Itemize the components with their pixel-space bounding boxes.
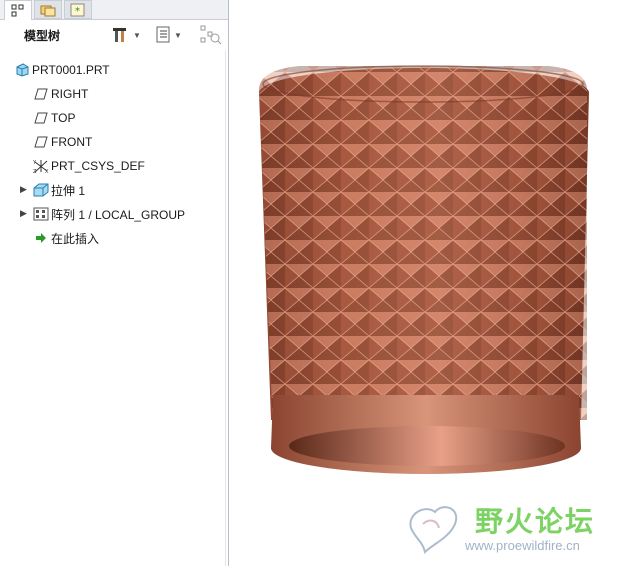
- csys-icon: Y X Z: [33, 160, 49, 174]
- pattern-icon: [33, 207, 49, 221]
- datum-plane-icon: [34, 112, 48, 124]
- model-tree-panel: * 模型树 ▼ ▼ PRT0001.PRT RIGHT TOP FRONT Y …: [0, 0, 228, 566]
- tree-item-pattern[interactable]: 阵列 1 / LOCAL_GROUP: [33, 204, 185, 224]
- tree-item-csys[interactable]: Y X Z PRT_CSYS_DEF: [33, 156, 145, 176]
- expand-arrow-icon[interactable]: ▶: [20, 184, 27, 195]
- tree-item-label: FRONT: [51, 135, 93, 149]
- tree-item-top-plane[interactable]: TOP: [33, 108, 75, 128]
- filter-button[interactable]: [200, 24, 222, 46]
- tools-icon: [113, 28, 126, 42]
- tree-item-label: 阵列 1 / LOCAL_GROUP: [51, 207, 186, 222]
- panel-inner-border: [225, 50, 226, 566]
- tree-item-extrude[interactable]: 拉伸 1: [33, 180, 85, 200]
- model-tree-header: 模型树 ▼ ▼: [0, 20, 228, 50]
- expand-arrow-icon[interactable]: ▶: [20, 208, 27, 219]
- tree-item-label: 在此插入: [51, 231, 100, 246]
- svg-text:Z: Z: [33, 169, 37, 174]
- watermark-url: www.proewildfire.cn: [465, 538, 580, 553]
- panel-tab-strip: *: [0, 0, 228, 20]
- insert-here-icon: [36, 233, 46, 243]
- favorites-tab-icon: *: [70, 3, 85, 17]
- part-icon: [16, 63, 29, 77]
- datum-plane-icon: [34, 136, 48, 148]
- tree-item-label: TOP: [51, 111, 76, 125]
- tree-item-insert-here[interactable]: 在此插入: [33, 228, 99, 248]
- tree-item-right-plane[interactable]: RIGHT: [33, 84, 88, 104]
- tree-item-label: PRT0001.PRT: [32, 63, 110, 77]
- tree-filter-icon: [200, 25, 222, 45]
- knurl-texture: [259, 66, 587, 420]
- forum-watermark: 野火论坛 www.proewildfire.cn: [405, 498, 615, 560]
- chevron-down-icon: ▼: [133, 30, 141, 40]
- watermark-title: 野火论坛: [475, 505, 596, 538]
- folder-browser-tab-icon: [40, 5, 56, 16]
- tree-item-label: RIGHT: [51, 87, 89, 101]
- tree-item-label: 拉伸 1: [51, 183, 86, 198]
- svg-text:*: *: [75, 6, 80, 17]
- settings-dropdown-button[interactable]: ▼: [112, 24, 141, 46]
- tree-item-root[interactable]: PRT0001.PRT: [14, 60, 110, 80]
- list-options-icon: [156, 26, 170, 43]
- datum-plane-icon: [34, 88, 48, 100]
- favorites-tab[interactable]: *: [64, 0, 92, 19]
- show-dropdown-button[interactable]: ▼: [155, 24, 182, 46]
- bottom-opening: [289, 426, 565, 466]
- svg-text:X: X: [45, 169, 49, 174]
- model-tree-title: 模型树: [24, 29, 61, 43]
- chevron-down-icon: ▼: [174, 30, 182, 40]
- knurled-cylinder-model: [259, 65, 589, 474]
- folder-browser-tab[interactable]: [34, 0, 62, 19]
- model-tree-tab-icon: [11, 4, 24, 16]
- graphics-viewport[interactable]: [229, 0, 617, 566]
- extrude-icon: [33, 183, 49, 197]
- model-tree-tab[interactable]: [4, 0, 32, 20]
- tree-item-front-plane[interactable]: FRONT: [33, 132, 92, 152]
- tree-item-label: PRT_CSYS_DEF: [51, 159, 145, 173]
